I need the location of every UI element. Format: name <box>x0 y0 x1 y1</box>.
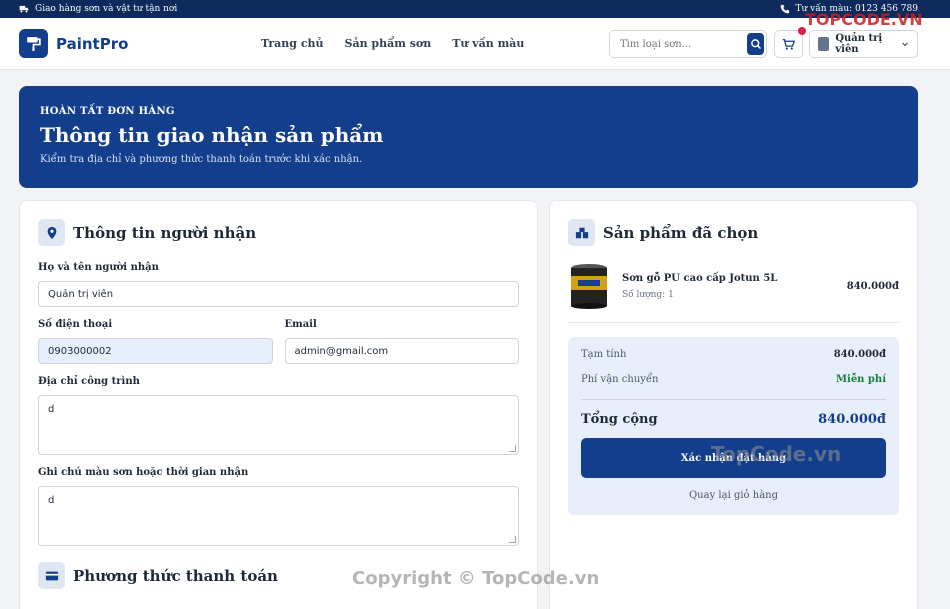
recipient-section-title: Thông tin người nhận <box>38 219 519 246</box>
nav-item-color-advice[interactable]: Tư vấn màu <box>452 37 524 50</box>
phone-icon <box>780 4 789 14</box>
shipping-row: Phí vận chuyển Miễn phí <box>581 374 886 385</box>
paint-bucket-icon <box>568 219 595 246</box>
cart-icon <box>782 38 795 50</box>
user-name: Quản trị viên <box>835 33 883 55</box>
order-summary: Tạm tính 840.000đ Phí vận chuyển Miễn ph… <box>568 337 899 515</box>
banner-subtitle: Kiểm tra địa chỉ và phương thức thanh to… <box>40 154 363 165</box>
back-to-cart-link[interactable]: Quay lại giỏ hàng <box>581 490 886 501</box>
shipping-label: Phí vận chuyển <box>581 374 659 385</box>
topcode-watermark: TopCode.vn <box>711 442 842 466</box>
search-icon <box>750 39 761 50</box>
banner-kicker: HOÀN TẤT ĐƠN HÀNG <box>40 106 175 117</box>
user-menu[interactable]: Quản trị viên <box>809 30 918 58</box>
subtotal-label: Tạm tính <box>581 349 627 360</box>
shipping-value: Miễn phí <box>835 374 886 385</box>
paint-can-image <box>571 264 607 309</box>
delivery-text: Giao hàng sơn và vật tư tận nơi <box>35 4 178 14</box>
nav-item-products[interactable]: Sản phẩm sơn <box>345 37 432 50</box>
credit-card-icon <box>38 562 65 589</box>
truck-icon <box>19 5 29 13</box>
recipient-title-text: Thông tin người nhận <box>73 223 257 242</box>
total-label: Tổng cộng <box>581 412 658 427</box>
logo[interactable]: PaintPro <box>19 29 128 58</box>
subtotal-value: 840.000đ <box>833 349 886 360</box>
name-field[interactable]: Quản trị viên <box>38 281 519 307</box>
copyright-watermark: Copyright © TopCode.vn <box>352 568 600 589</box>
summary-divider <box>581 399 886 400</box>
order-title-text: Sản phẩm đã chọn <box>603 223 759 242</box>
cart-button[interactable] <box>774 27 806 58</box>
search-button[interactable] <box>747 33 764 55</box>
avatar <box>818 37 830 51</box>
search-box <box>609 30 767 58</box>
recipient-card: Thông tin người nhận Họ và tên người nhậ… <box>19 200 538 609</box>
page-title: Thông tin giao nhận sản phẩm <box>40 123 384 147</box>
product-quantity: Số lượng: 1 <box>622 289 674 300</box>
address-label: Địa chỉ công trình <box>38 376 140 387</box>
product-name: Sơn gỗ PU cao cấp Jotun 5L <box>622 272 778 284</box>
address-textarea[interactable]: d <box>38 395 519 455</box>
email-field[interactable]: admin@gmail.com <box>284 338 519 364</box>
checkout-banner: HOÀN TẤT ĐƠN HÀNG Thông tin giao nhận sả… <box>19 86 918 188</box>
order-item: Sơn gỗ PU cao cấp Jotun 5L Số lượng: 1 8… <box>568 262 899 323</box>
phone-label: Số điện thoại <box>38 319 113 330</box>
location-pin-icon <box>38 219 65 246</box>
topcode-logo-watermark: TOPCODE.VN <box>805 10 923 29</box>
search-input[interactable] <box>620 38 747 50</box>
total-row: Tổng cộng 840.000đ <box>581 412 886 427</box>
name-label: Họ và tên người nhận <box>38 262 159 273</box>
order-section-title: Sản phẩm đã chọn <box>568 219 899 246</box>
chevron-down-icon <box>902 42 908 47</box>
nav-item-home[interactable]: Trang chủ <box>261 37 324 50</box>
brand-name: PaintPro <box>56 34 129 53</box>
email-label: Email <box>284 319 317 330</box>
paint-roller-icon <box>19 29 48 58</box>
payment-title-text: Phương thức thanh toán <box>73 566 278 585</box>
note-label: Ghi chú màu sơn hoặc thời gian nhận <box>38 467 249 478</box>
note-textarea[interactable]: d <box>38 486 519 546</box>
product-price: 840.000đ <box>846 280 899 292</box>
main-nav: Trang chủ Sản phẩm sơn Tư vấn màu <box>261 37 524 50</box>
phone-field[interactable]: 0903000002 <box>38 338 273 364</box>
subtotal-row: Tạm tính 840.000đ <box>581 349 886 360</box>
total-value: 840.000đ <box>818 412 886 427</box>
order-card: Sản phẩm đã chọn Sơn gỗ PU cao cấp Jotun… <box>549 200 918 609</box>
